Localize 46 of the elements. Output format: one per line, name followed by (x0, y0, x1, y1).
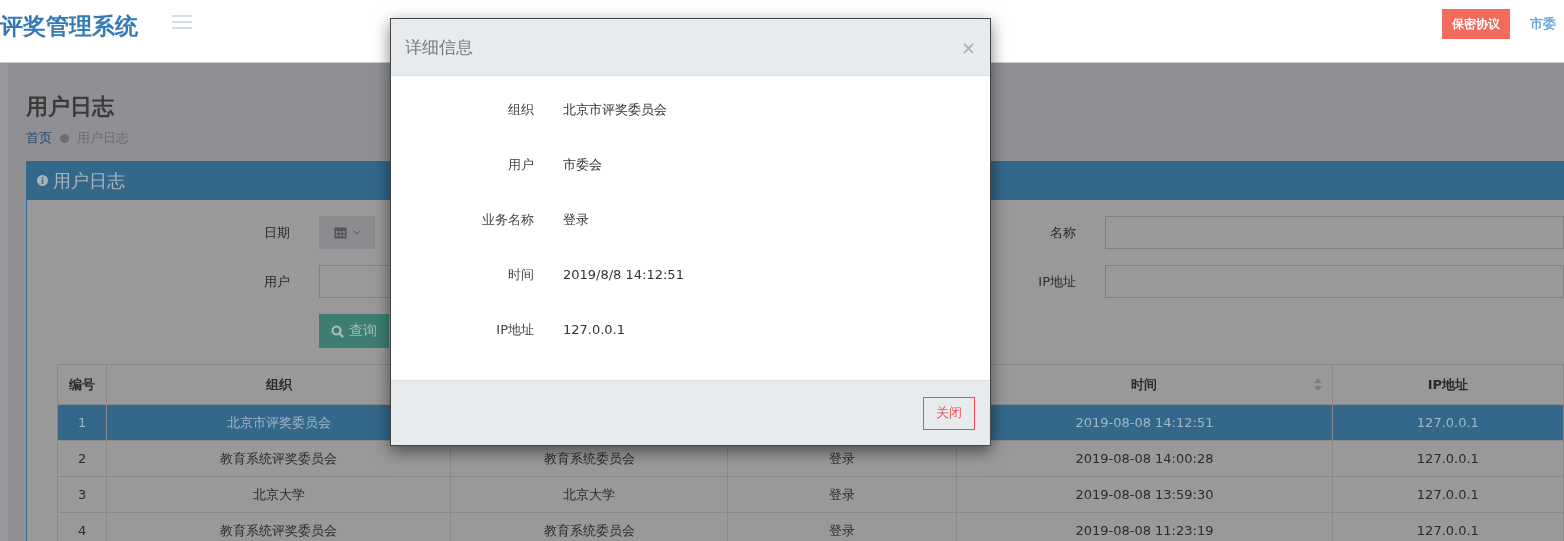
table-cell: 3 (57, 476, 107, 513)
table-cell: 北京大学 (450, 476, 728, 513)
menu-icon[interactable] (172, 15, 192, 29)
breadcrumb-separator (60, 133, 69, 143)
field-label: 组织 (507, 100, 534, 119)
input-field[interactable] (1105, 216, 1564, 249)
table-cell: 登录 (727, 476, 957, 513)
field-label: 用户 (507, 155, 534, 174)
field-label: IP地址 (1037, 272, 1077, 291)
page-title: 用户日志 (26, 93, 114, 121)
close-dialog-button[interactable]: 关闭 (923, 396, 975, 430)
table-cell: 127.0.0.1 (1332, 404, 1564, 441)
table-cell: 127.0.0.1 (1332, 476, 1564, 513)
column-header: 编号 (57, 364, 107, 405)
field-label: IP地址 (495, 320, 534, 339)
table-cell: 北京大学 (106, 476, 451, 513)
date-picker-button[interactable] (319, 216, 375, 249)
table-cell: 127.0.0.1 (1332, 440, 1564, 477)
field-value: 2019/8/8 14:12:51 (563, 267, 685, 282)
column-header: IP地址 (1332, 364, 1564, 405)
app-title: 评奖管理系统 (0, 11, 138, 41)
breadcrumb-link[interactable]: 首页 (26, 129, 52, 147)
input-field[interactable] (1105, 265, 1564, 298)
close-button[interactable]: × (960, 36, 976, 58)
field-label: 日期 (263, 223, 291, 242)
calendar-icon (333, 226, 347, 239)
field-label: 时间 (507, 265, 534, 284)
search-icon (331, 324, 344, 338)
agreement-button[interactable]: 保密协议 (1442, 9, 1510, 39)
info-icon (37, 175, 48, 186)
field-label: 名称 (1049, 223, 1077, 242)
field-label: 用户 (263, 272, 291, 291)
field-value: 北京市评奖委员会 (563, 100, 668, 119)
field-value: 127.0.0.1 (563, 322, 627, 337)
field-label: 业务名称 (481, 210, 534, 229)
search-button[interactable]: 查询 (319, 314, 389, 348)
chevron-down-icon (352, 230, 361, 235)
table-cell: 1 (57, 404, 107, 441)
dialog-title: 详细信息 (405, 35, 473, 59)
user-link[interactable]: 市委 (1530, 15, 1564, 33)
field-value: 登录 (563, 210, 590, 229)
table-cell: 2 (57, 440, 107, 477)
table-cell: 2019-08-08 13:59:30 (956, 476, 1333, 513)
field-value: 市委会 (563, 155, 603, 174)
table-cell: 4 (57, 512, 107, 541)
panel-title: 用户日志 (53, 168, 125, 193)
